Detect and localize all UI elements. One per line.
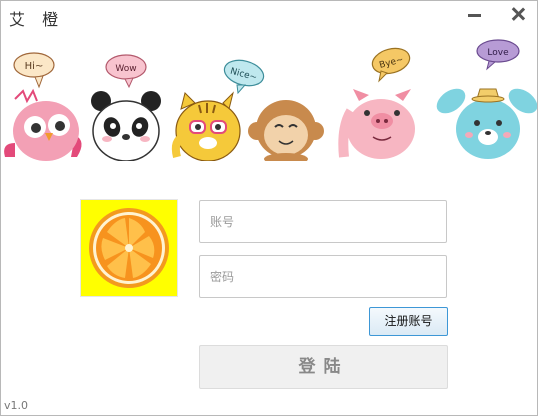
close-button[interactable] (510, 6, 526, 22)
owl-character (4, 88, 82, 161)
speech-bubble-nice: Nice~ (223, 59, 265, 95)
bunny-character (436, 88, 537, 159)
speech-bubble-bye: Bye~ (371, 47, 411, 83)
speech-bubble-hi: Hi~ (13, 52, 55, 89)
username-input[interactable] (199, 200, 447, 243)
bubble-text: Love (487, 48, 509, 58)
orange-slice-icon (89, 208, 169, 288)
version-label: v1.0 (4, 399, 29, 412)
app-logo (80, 199, 178, 297)
minimize-button[interactable] (466, 5, 484, 23)
window-title: 艾 橙 (9, 10, 65, 29)
cartoon-animals-banner: Hi~ Wow Nice~ Bye~ Love (4, 39, 537, 161)
tiger-character (171, 91, 241, 161)
speech-bubble-wow: Wow (105, 54, 147, 89)
login-window: 艾 橙 Hi~ Wow Nice~ Bye~ Love 账号 注册账号 登陆 v… (0, 0, 538, 416)
speech-bubble-love: Love (476, 39, 520, 71)
bubble-text: Wow (115, 64, 136, 74)
password-input[interactable] (199, 255, 447, 298)
monkey-character (248, 100, 324, 161)
panda-character (91, 91, 161, 161)
bubble-text: Hi~ (25, 61, 44, 72)
login-button[interactable]: 登陆 (199, 345, 448, 389)
pig-character (338, 89, 415, 159)
register-button[interactable]: 注册账号 (369, 307, 448, 336)
